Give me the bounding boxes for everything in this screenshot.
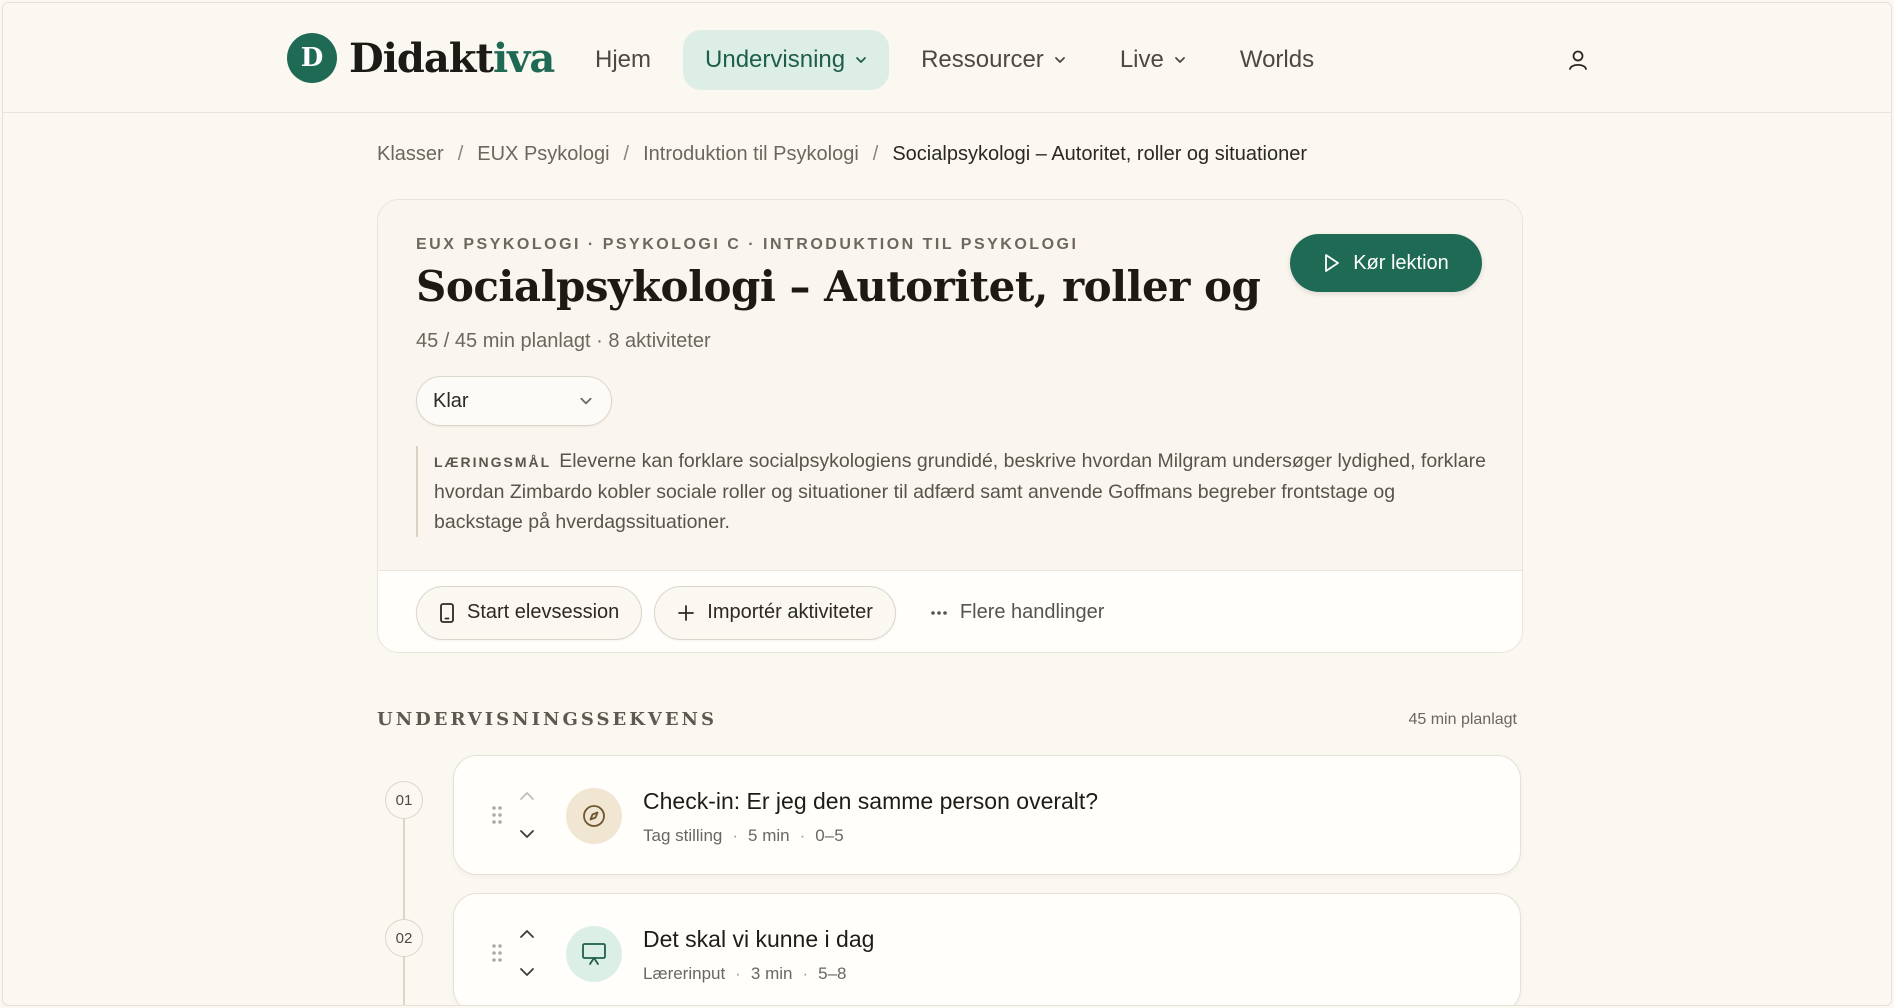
run-lesson-button[interactable]: Kør lektion bbox=[1290, 234, 1482, 292]
status-value: Klar bbox=[433, 389, 469, 412]
import-activities-label: Importér aktiviteter bbox=[707, 601, 873, 623]
chevron-down-icon[interactable] bbox=[518, 966, 536, 978]
chevron-down-icon[interactable] bbox=[518, 828, 536, 840]
sequence-heading: UNDERVISNINGSSEKVENS bbox=[377, 709, 717, 730]
nav-item-live[interactable]: Live bbox=[1098, 30, 1208, 90]
user-icon[interactable] bbox=[1565, 47, 1591, 73]
nav-label: Undervisning bbox=[705, 46, 846, 73]
activity-range: 0–5 bbox=[815, 826, 844, 845]
nav-item-undervisning[interactable]: Undervisning bbox=[683, 30, 890, 90]
activity-duration: 3 min bbox=[750, 964, 793, 983]
learning-goal-text: Eleverne kan forklare socialpsykologiens… bbox=[434, 450, 1486, 533]
logo-text-accent: iva bbox=[492, 34, 555, 82]
top-navigation-bar: D Didaktiva Hjem Undervisning Ressourcer… bbox=[3, 3, 1891, 113]
activity-duration: 5 min bbox=[748, 826, 790, 845]
start-session-label: Start elevsession bbox=[467, 601, 620, 623]
compass-icon bbox=[583, 805, 605, 827]
chevron-up-icon[interactable] bbox=[518, 928, 536, 940]
chevron-down-icon bbox=[856, 57, 866, 63]
chevron-down-icon bbox=[580, 397, 592, 405]
play-icon bbox=[1325, 254, 1340, 272]
drag-handle-icon[interactable] bbox=[490, 942, 504, 964]
breadcrumb-current: Socialpsykologi – Autoritet, roller og s… bbox=[892, 143, 1308, 165]
breadcrumb-separator: / bbox=[623, 143, 630, 165]
more-horizontal-icon bbox=[931, 610, 947, 615]
more-actions-button[interactable]: Flere handlinger bbox=[908, 601, 1105, 624]
nav-item-ressourcer[interactable]: Ressourcer bbox=[899, 30, 1088, 90]
activity-meta: Tag stilling · 5 min · 0–5 bbox=[643, 826, 844, 846]
activity-meta: Lærerinput · 3 min · 5–8 bbox=[643, 964, 847, 984]
nav-item-worlds[interactable]: Worlds bbox=[1218, 30, 1336, 90]
activity-type: Tag stilling bbox=[643, 826, 723, 845]
chevron-down-icon bbox=[1054, 57, 1065, 63]
status-select[interactable]: Klar bbox=[416, 376, 612, 426]
logo-text: Didaktiva bbox=[349, 34, 555, 82]
breadcrumb-separator: / bbox=[872, 143, 879, 165]
nav-item-hjem[interactable]: Hjem bbox=[573, 30, 673, 90]
breadcrumb-link-klasser[interactable]: Klasser bbox=[377, 143, 444, 166]
logo-text-main: Didakt bbox=[349, 34, 494, 82]
page-title: Socialpsykologi – Autoritet, roller og s… bbox=[416, 262, 1268, 311]
start-session-button[interactable]: Start elevsession bbox=[416, 585, 643, 640]
activity-range: 5–8 bbox=[818, 964, 847, 983]
more-actions-label: Flere handlinger bbox=[959, 601, 1105, 623]
meta-separator: · bbox=[799, 826, 806, 845]
tablet-icon bbox=[440, 602, 454, 623]
import-activities-button[interactable]: Importér aktiviteter bbox=[654, 585, 896, 640]
sequence-total: 45 min planlagt bbox=[1408, 711, 1517, 728]
activity-type: Lærerinput bbox=[643, 964, 726, 983]
nav-label: Live bbox=[1119, 46, 1164, 73]
nav-label: Hjem bbox=[595, 46, 652, 73]
breadcrumb-link-eux-psykologi[interactable]: EUX Psykologi bbox=[477, 143, 609, 166]
lesson-actions: Start elevsession Importér aktiviteter F… bbox=[378, 570, 1522, 652]
activity-number: 02 bbox=[385, 919, 423, 957]
logo-mark: D bbox=[287, 33, 337, 83]
activity-card[interactable]: Check-in: Er jeg den samme person overal… bbox=[453, 755, 1521, 875]
learning-goal: LÆRINGSMÅL Eleverne kan forklare socialps… bbox=[416, 446, 1486, 537]
nav-label: Worlds bbox=[1239, 46, 1315, 73]
brand-logo[interactable]: D Didaktiva bbox=[287, 33, 555, 83]
lesson-eyebrow: EUX PSYKOLOGI · PSYKOLOGI C · INTRODUKTI… bbox=[416, 236, 1079, 253]
breadcrumb-separator: / bbox=[457, 143, 464, 165]
activity-icon-badge bbox=[566, 926, 622, 982]
nav-label: Ressourcer bbox=[921, 46, 1044, 73]
plus-icon bbox=[678, 604, 695, 621]
lesson-card-header: EUX PSYKOLOGI · PSYKOLOGI C · INTRODUKTI… bbox=[378, 200, 1522, 570]
meta-separator: · bbox=[732, 826, 739, 845]
main-nav: Hjem Undervisning Ressourcer Live Worlds bbox=[573, 30, 1336, 90]
run-lesson-label: Kør lektion bbox=[1353, 251, 1449, 274]
lesson-meta: 45 / 45 min planlagt · 8 aktiviteter bbox=[416, 330, 711, 352]
meta-separator: · bbox=[802, 964, 809, 983]
chevron-down-icon bbox=[1174, 57, 1185, 63]
meta-separator: · bbox=[735, 964, 741, 983]
drag-handle-icon[interactable] bbox=[490, 804, 504, 826]
activity-number: 01 bbox=[385, 781, 423, 819]
activity-title: Check-in: Er jeg den samme person overal… bbox=[643, 788, 1099, 814]
learning-goal-label: LÆRINGSMÅL bbox=[434, 454, 552, 470]
app-window: D Didaktiva Hjem Undervisning Ressourcer… bbox=[2, 2, 1892, 1006]
activity-card[interactable]: Det skal vi kunne i dag Lærerinput · 3 m… bbox=[453, 893, 1521, 1005]
breadcrumb-link-introduktion[interactable]: Introduktion til Psykologi bbox=[643, 143, 859, 166]
breadcrumb: Klasser / EUX Psykologi / Introduktion t… bbox=[377, 143, 1307, 166]
activity-title: Det skal vi kunne i dag bbox=[643, 926, 875, 952]
activity-icon-badge bbox=[566, 788, 622, 844]
presentation-icon bbox=[582, 943, 606, 965]
timeline-line bbox=[403, 819, 405, 1005]
lesson-card: EUX PSYKOLOGI · PSYKOLOGI C · INTRODUKTI… bbox=[377, 199, 1523, 653]
chevron-up-icon[interactable] bbox=[518, 790, 536, 802]
